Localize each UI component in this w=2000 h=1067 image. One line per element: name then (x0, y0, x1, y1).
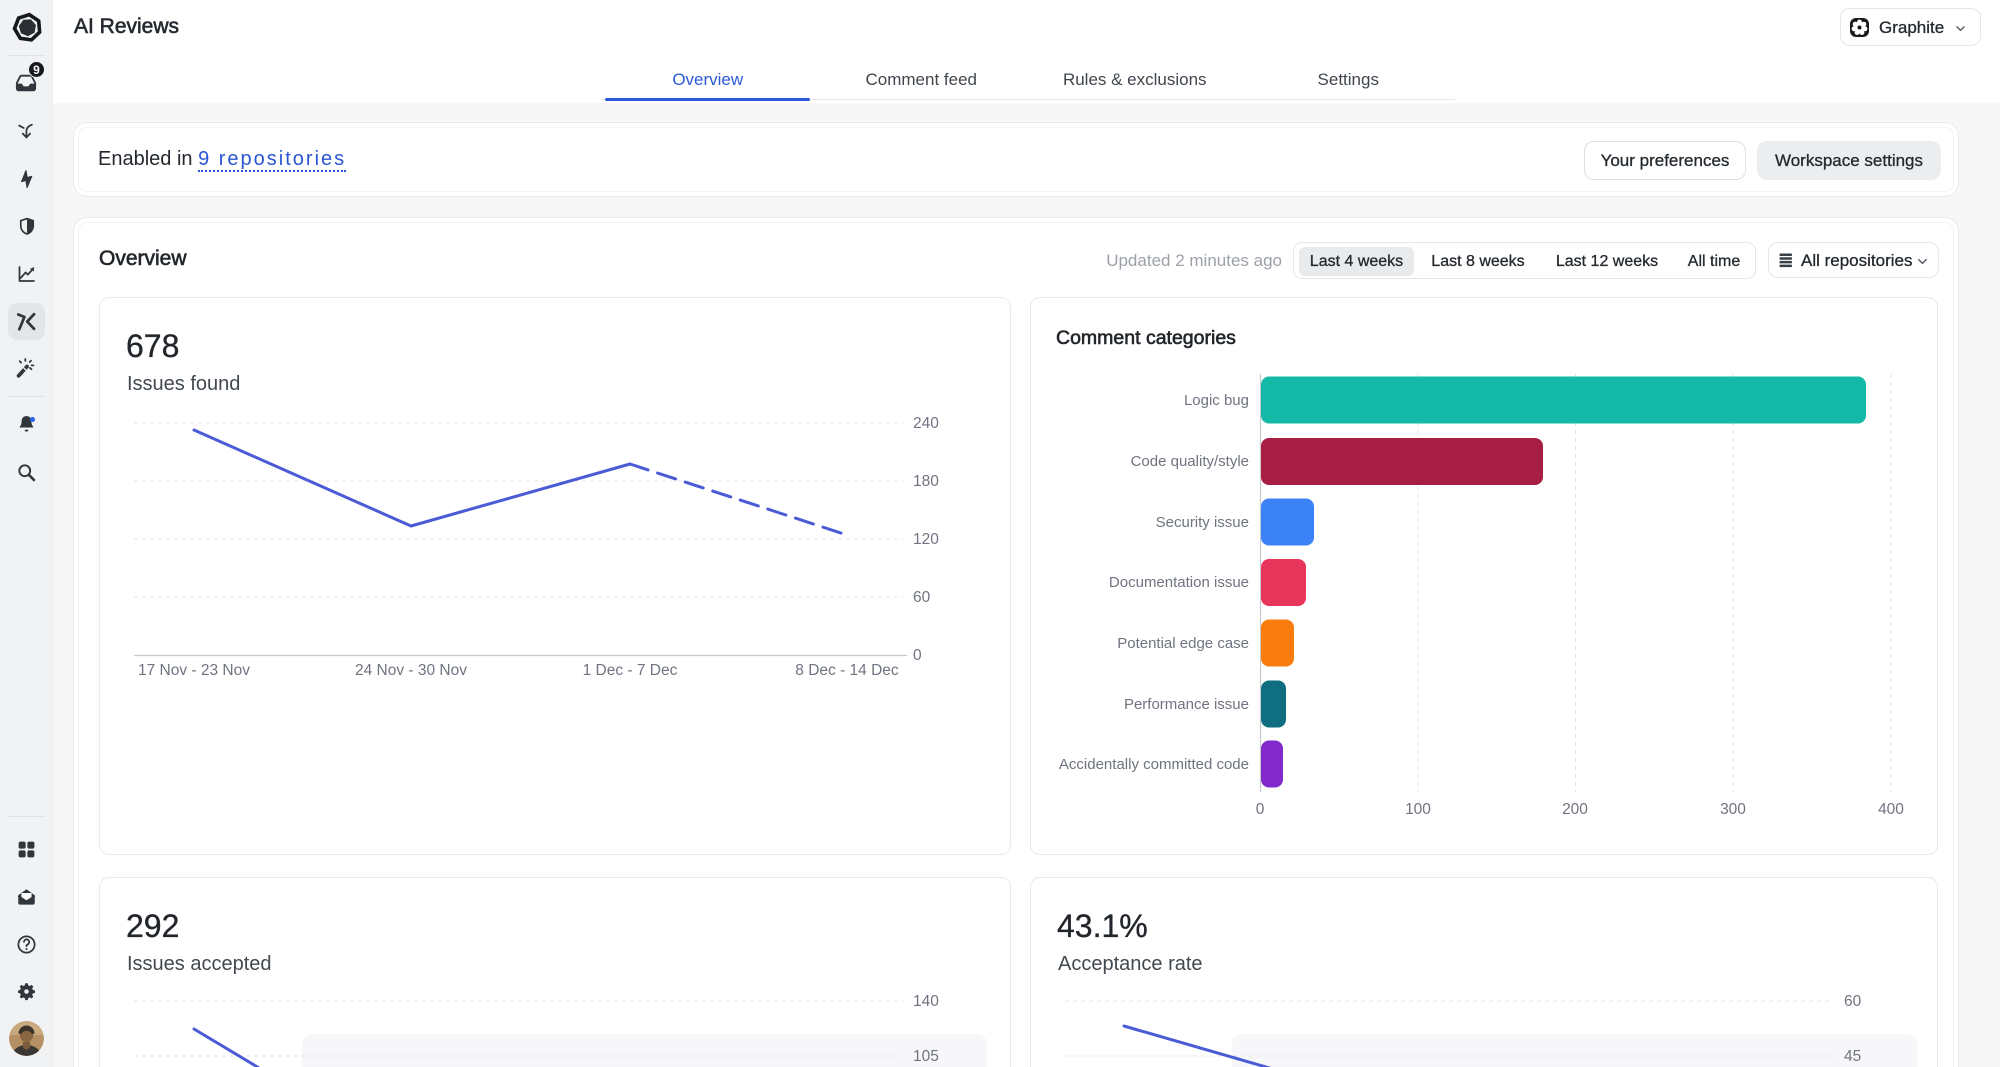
svg-text:120: 120 (913, 531, 939, 548)
svg-text:17 Nov - 23 Nov: 17 Nov - 23 Nov (138, 662, 250, 679)
svg-text:Performance issue: Performance issue (1124, 696, 1249, 713)
svg-text:0: 0 (913, 647, 922, 664)
svg-text:140: 140 (913, 993, 939, 1010)
svg-text:Potential edge case: Potential edge case (1117, 635, 1249, 652)
svg-text:100: 100 (1405, 801, 1431, 818)
svg-text:45: 45 (1844, 1048, 1861, 1065)
svg-text:Documentation issue: Documentation issue (1109, 574, 1249, 591)
svg-text:400: 400 (1878, 801, 1904, 818)
svg-text:60: 60 (1844, 993, 1862, 1010)
svg-text:0: 0 (1256, 801, 1265, 818)
svg-text:240: 240 (913, 415, 939, 432)
svg-text:Security issue: Security issue (1156, 514, 1249, 531)
svg-text:300: 300 (1720, 801, 1746, 818)
svg-text:8 Dec - 14 Dec: 8 Dec - 14 Dec (795, 662, 899, 679)
svg-text:Code quality/style: Code quality/style (1131, 453, 1249, 470)
svg-text:1 Dec - 7 Dec: 1 Dec - 7 Dec (583, 662, 678, 679)
svg-text:105: 105 (913, 1048, 939, 1065)
svg-text:Logic bug: Logic bug (1184, 392, 1249, 409)
svg-text:60: 60 (913, 589, 931, 606)
svg-text:180: 180 (913, 473, 939, 490)
svg-text:200: 200 (1562, 801, 1588, 818)
svg-text:Accidentally committed code: Accidentally committed code (1059, 756, 1249, 773)
svg-text:24 Nov - 30 Nov: 24 Nov - 30 Nov (355, 662, 467, 679)
